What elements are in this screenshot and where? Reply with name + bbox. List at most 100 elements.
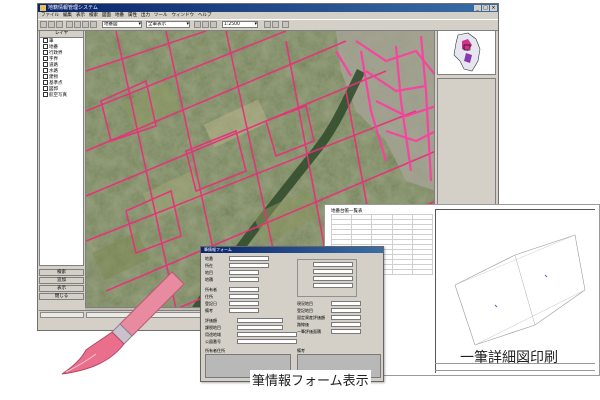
form-label: 現況地目 xyxy=(297,301,313,306)
open-icon[interactable] xyxy=(48,21,55,28)
window-controls: _ □ × xyxy=(474,5,497,11)
form-field[interactable] xyxy=(229,256,269,261)
form-caption: 筆情報フォーム表示 xyxy=(250,370,371,389)
layer-combo[interactable]: 地番図 xyxy=(102,21,142,28)
point-marker xyxy=(494,304,498,308)
form-field[interactable] xyxy=(229,270,259,275)
menu-drawing[interactable]: 図面 xyxy=(102,12,111,19)
layer-panel: レイヤ 筆 地番 行政界 字界 道路 水路 建物 基準点 図郭 航空写真 xyxy=(39,30,84,266)
parcel-line xyxy=(474,289,586,346)
parcel-info-form: 筆情報フォーム 地番 所在 地目 地積 所有者 住所 登記日 備考 評価額 課税… xyxy=(200,246,384,382)
menu-edit[interactable]: 編集 xyxy=(63,12,72,19)
layer-item[interactable]: 航空写真 xyxy=(40,92,83,98)
maximize-button[interactable]: □ xyxy=(482,5,489,11)
checkbox-icon[interactable] xyxy=(43,92,48,97)
checkbox-icon[interactable] xyxy=(43,50,48,55)
form-field[interactable] xyxy=(313,262,353,267)
save-icon[interactable] xyxy=(56,21,63,28)
menu-tools[interactable]: ツール xyxy=(154,12,168,19)
form-field[interactable] xyxy=(237,318,283,323)
app-icon xyxy=(40,5,46,11)
menu-file[interactable]: ファイル xyxy=(41,12,59,19)
parcel-line xyxy=(514,254,536,326)
refresh-icon[interactable] xyxy=(264,21,271,28)
form-field[interactable] xyxy=(331,301,361,306)
minimize-button[interactable]: _ xyxy=(474,5,481,11)
menu-bar: ファイル 編集 表示 検索 図面 地番 属性 出力 ツール ウィンドウ ヘルプ xyxy=(38,12,498,19)
overview-canvas[interactable] xyxy=(438,31,495,74)
overview-map[interactable] xyxy=(437,30,496,75)
form-field[interactable] xyxy=(229,277,259,282)
form-field[interactable] xyxy=(313,276,353,281)
checkbox-icon[interactable] xyxy=(43,80,48,85)
form-label: 課税地目 xyxy=(205,325,221,330)
form-label: 所有者 xyxy=(205,287,217,292)
form-field[interactable] xyxy=(313,269,353,274)
menu-attribute[interactable]: 属性 xyxy=(128,12,137,19)
parcel-line xyxy=(454,234,576,286)
table-cell xyxy=(391,269,413,275)
point-marker xyxy=(544,274,548,278)
menu-view[interactable]: 表示 xyxy=(76,12,85,19)
form-field[interactable] xyxy=(229,287,259,292)
parcel-outline xyxy=(454,234,586,346)
measure-icon[interactable] xyxy=(202,21,209,28)
form-field[interactable] xyxy=(331,308,361,313)
form-label: 地番 xyxy=(205,256,213,261)
form-label: 地積 xyxy=(205,277,213,282)
info-icon[interactable] xyxy=(210,21,217,28)
table-cell xyxy=(411,269,434,275)
menu-search[interactable]: 検索 xyxy=(89,12,98,19)
form-label: 所在 xyxy=(205,263,213,268)
print-icon[interactable] xyxy=(66,21,73,28)
form-field[interactable] xyxy=(229,308,259,313)
form-label: 公図番号 xyxy=(205,339,221,344)
form-field[interactable] xyxy=(331,329,361,334)
zoom-in-icon[interactable] xyxy=(74,21,81,28)
display-combo[interactable]: 全筆表示 xyxy=(146,21,190,28)
new-icon[interactable] xyxy=(40,21,47,28)
print-caption: 一筆詳細図印刷 xyxy=(460,350,558,366)
region-outline xyxy=(453,32,481,72)
form-field[interactable] xyxy=(331,315,361,320)
scale-combo[interactable]: 1:2500 xyxy=(222,21,258,28)
form-label: 評価額 xyxy=(205,318,217,323)
form-label: 用途地域 xyxy=(205,332,221,337)
checkbox-icon[interactable] xyxy=(43,86,48,91)
form-field[interactable] xyxy=(229,294,259,299)
checkbox-icon[interactable] xyxy=(43,44,48,49)
form-label: 備考 xyxy=(297,348,305,353)
pan-icon[interactable] xyxy=(90,21,97,28)
form-label: 路線価 xyxy=(297,322,309,327)
form-label: 所有者住所 xyxy=(205,348,225,353)
help-icon[interactable] xyxy=(282,21,289,28)
divider xyxy=(435,370,595,371)
checkbox-icon[interactable] xyxy=(43,68,48,73)
form-field[interactable] xyxy=(237,339,297,344)
checkbox-icon[interactable] xyxy=(43,56,48,61)
checkbox-icon[interactable] xyxy=(43,62,48,67)
form-field[interactable] xyxy=(237,332,297,337)
form-field[interactable] xyxy=(229,263,269,268)
zoom-out-icon[interactable] xyxy=(82,21,89,28)
window-title: 地籍情報管理システム xyxy=(48,5,98,11)
form-field[interactable] xyxy=(313,283,353,288)
form-field[interactable] xyxy=(331,322,361,327)
form-label: 登記日 xyxy=(205,301,217,306)
form-field[interactable] xyxy=(237,325,283,330)
menu-window[interactable]: ウィンドウ xyxy=(172,12,195,19)
form-label: 登記地目 xyxy=(297,308,313,313)
parcel-sketch xyxy=(454,234,586,346)
close-button[interactable]: × xyxy=(490,5,497,11)
menu-output[interactable]: 出力 xyxy=(141,12,150,19)
brush-bristles xyxy=(61,331,125,375)
select-icon[interactable] xyxy=(194,21,201,28)
checkbox-icon[interactable] xyxy=(43,74,48,79)
layer-icon[interactable] xyxy=(272,21,279,28)
form-label: 備考 xyxy=(205,308,213,313)
brush-illustration xyxy=(61,271,185,375)
checkbox-icon[interactable] xyxy=(43,38,48,43)
form-field[interactable] xyxy=(229,301,259,306)
menu-help[interactable]: ヘルプ xyxy=(198,12,212,19)
menu-lot[interactable]: 地番 xyxy=(115,12,124,19)
